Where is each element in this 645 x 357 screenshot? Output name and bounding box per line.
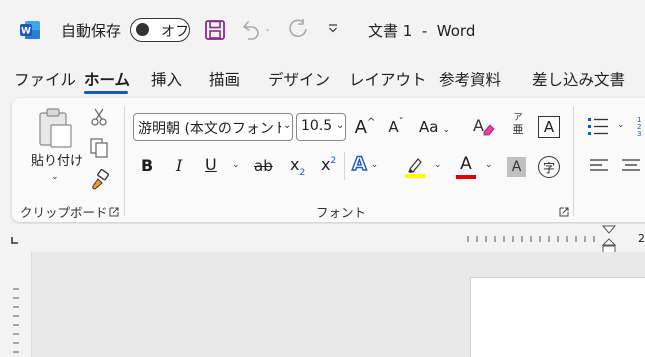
svg-text:3: 3 — [637, 130, 641, 138]
tab-layout[interactable]: レイアウト — [349, 68, 427, 90]
change-case-button[interactable]: Aa ⌄ — [419, 118, 450, 136]
save-icon[interactable] — [204, 19, 226, 41]
enclosed-char-border-button[interactable]: A — [538, 116, 560, 138]
highlight-icon[interactable] — [404, 155, 426, 179]
superscript-mark: 2 — [330, 156, 337, 166]
tab-file[interactable]: ファイル — [14, 68, 76, 90]
font-name-combo[interactable]: 游明朝 (本文のフォント — [133, 113, 293, 141]
strikethrough-button[interactable]: ab — [254, 157, 273, 175]
autosave-state: オフ — [161, 24, 189, 40]
row-separator — [344, 152, 345, 180]
text-effects-icon: A — [351, 152, 367, 175]
shrink-font-button[interactable]: Aˇ — [384, 113, 408, 141]
document-title: 文書 1 - Word — [368, 22, 476, 40]
font-size-value: 10.5 — [301, 118, 333, 134]
font-group-label: フォント — [316, 205, 367, 220]
tab-home[interactable]: ホーム — [84, 68, 130, 90]
character-shading-button[interactable]: A — [507, 157, 526, 177]
shrink-font-icon: A — [388, 118, 399, 136]
autosave-toggle[interactable]: オフ — [130, 18, 190, 42]
ruler-ticks — [466, 233, 606, 243]
change-case-icon: Aa — [419, 118, 439, 136]
clipboard-group-label: クリップボード — [20, 205, 108, 220]
enclose-characters-button[interactable]: 字 — [538, 156, 560, 178]
bullets-icon[interactable] — [586, 115, 610, 137]
group-separator — [124, 106, 125, 216]
font-color-button[interactable]: A — [455, 154, 477, 180]
grow-font-icon: A — [354, 116, 367, 138]
svg-text:W: W — [21, 27, 31, 37]
font-launcher-icon[interactable] — [559, 206, 569, 217]
phonetic-guide-button[interactable]: ア 亜 — [509, 113, 527, 141]
font-size-dropdown-icon[interactable]: ⌄ — [334, 120, 345, 131]
grow-font-button[interactable]: A ^ — [352, 113, 378, 141]
underline-dropdown-icon[interactable]: ⌄ — [232, 160, 240, 170]
paste-button[interactable]: 貼り付け — [31, 154, 83, 169]
paste-dropdown-icon[interactable]: ⌄ — [51, 172, 59, 182]
tab-selector-icon[interactable] — [10, 234, 19, 244]
font-color-icon: A — [460, 154, 472, 174]
undo-icon[interactable]: ⌄ — [239, 18, 272, 40]
font-color-dropdown-icon[interactable]: ⌄ — [485, 160, 493, 170]
highlight-dropdown-icon[interactable]: ⌄ — [434, 160, 442, 170]
tab-draw[interactable]: 描画 — [209, 68, 240, 90]
superscript-button[interactable]: x2 — [321, 155, 336, 174]
copy-icon[interactable] — [89, 137, 109, 159]
document-page[interactable] — [470, 277, 645, 357]
phonetic-guide-bottom: 亜 — [512, 123, 524, 136]
redo-icon[interactable] — [287, 18, 309, 40]
format-painter-icon[interactable] — [89, 168, 111, 191]
tab-references[interactable]: 参考資料 — [439, 68, 501, 90]
font-name-value: 游明朝 (本文のフォント — [138, 121, 288, 137]
toggle-knob — [136, 23, 149, 36]
font-name-dropdown-icon[interactable]: ⌄ — [281, 120, 292, 131]
word-logo-icon: W — [19, 19, 41, 41]
active-tab-indicator — [84, 91, 128, 94]
italic-button[interactable]: I — [176, 156, 182, 175]
subscript-button[interactable]: x2 — [290, 155, 305, 178]
align-center-icon[interactable] — [621, 157, 641, 175]
tab-mailings[interactable]: 差し込み文書 — [532, 68, 625, 90]
character-border-icon: A — [543, 118, 555, 136]
cut-icon[interactable] — [89, 107, 109, 127]
customize-qat-icon[interactable] — [325, 20, 341, 36]
clear-formatting-icon[interactable]: A — [472, 114, 496, 138]
underline-button[interactable]: U — [205, 155, 217, 174]
numbering-icon[interactable]: 1 2 3 — [636, 114, 645, 138]
text-effects-button[interactable]: A ⌄ — [351, 152, 378, 175]
vertical-ruler — [0, 252, 32, 357]
indent-marker-icon[interactable] — [601, 225, 617, 255]
enclose-characters-icon: 字 — [542, 160, 555, 175]
bold-button[interactable]: B — [141, 156, 153, 175]
svg-text:A: A — [473, 116, 484, 135]
svg-text:⌄: ⌄ — [264, 24, 269, 34]
ruler-number: 2 — [638, 232, 645, 245]
clipboard-launcher-icon[interactable] — [109, 206, 119, 217]
subscript-mark: 2 — [299, 168, 306, 178]
tab-design[interactable]: デザイン — [268, 68, 330, 90]
autosave-label: 自動保存 — [61, 22, 122, 40]
font-color-bar — [456, 175, 476, 179]
tab-insert[interactable]: 挿入 — [151, 68, 182, 90]
character-shading-icon: A — [511, 159, 522, 175]
group-separator-2 — [573, 106, 574, 216]
align-left-icon[interactable] — [589, 157, 609, 175]
bullets-dropdown-icon[interactable]: ⌄ — [617, 120, 625, 130]
clipboard-icon[interactable] — [36, 107, 76, 151]
